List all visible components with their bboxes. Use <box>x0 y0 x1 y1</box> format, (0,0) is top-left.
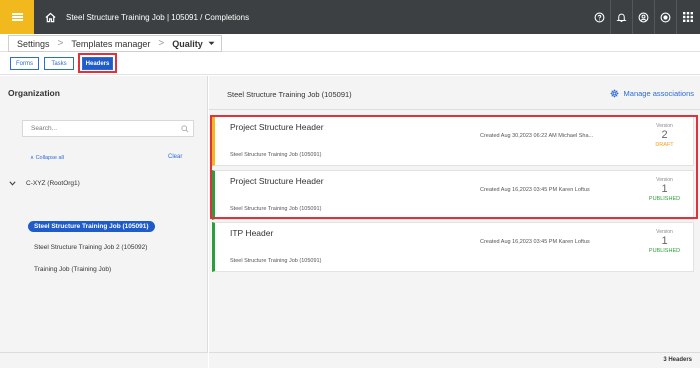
card-created-meta: Created Aug 16,2023 03:45 PM Karen Loftu… <box>480 239 590 245</box>
tree-root-label: C-XYZ (RootOrg1) <box>26 180 80 187</box>
manage-associations-button[interactable]: Manage associations <box>610 89 694 98</box>
top-icons <box>588 0 698 34</box>
caret-down-icon <box>208 41 215 45</box>
breadcrumb-quality-dropdown[interactable]: Quality <box>164 39 221 49</box>
tab-forms[interactable]: Forms <box>10 57 39 70</box>
menu-button[interactable] <box>0 0 34 34</box>
panel-title: Organization <box>8 88 60 98</box>
collapse-all-label: Collapse all <box>35 155 64 161</box>
gear-icon <box>610 89 619 98</box>
account-icon[interactable] <box>632 0 654 34</box>
toggle-icon[interactable] <box>654 0 676 34</box>
menu-icon <box>11 16 23 18</box>
manage-associations-label: Manage associations <box>623 89 694 98</box>
left-panel-footer <box>0 352 208 368</box>
bell-icon[interactable] <box>610 0 632 34</box>
status-badge: PUBLISHED <box>648 248 681 254</box>
header-card[interactable]: ITP Header Steel Structure Training Job … <box>212 222 694 272</box>
card-title: ITP Header <box>230 228 274 238</box>
tree-item[interactable]: Training Job (Training Job) <box>34 266 111 273</box>
help-icon[interactable] <box>588 0 610 34</box>
search-box <box>22 120 194 137</box>
card-subtitle: Steel Structure Training Job (105091) <box>230 258 322 264</box>
tree-root-node[interactable]: C-XYZ (RootOrg1) <box>9 180 80 187</box>
highlight-box-tab <box>78 53 117 73</box>
version-number: 1 <box>661 235 668 247</box>
clear-link[interactable]: Clear <box>168 154 182 160</box>
highlight-box-cards <box>210 115 698 219</box>
breadcrumb-bar: Settings > Templates manager > Quality <box>0 34 700 52</box>
headers-panel-title: Steel Structure Training Job (105091) <box>227 90 352 99</box>
breadcrumb-quality-label: Quality <box>172 38 203 49</box>
app-title: Steel Structure Training Job | 105091 / … <box>66 12 250 22</box>
search-input[interactable] <box>23 125 177 132</box>
top-bar: Steel Structure Training Job | 105091 / … <box>0 0 700 34</box>
collapse-up-icon: ∧ <box>30 155 35 161</box>
headers-panel-footer: 3 Headers <box>209 352 700 368</box>
breadcrumb: Settings > Templates manager > Quality <box>8 35 222 52</box>
chevron-down-icon <box>9 181 16 186</box>
tree-item[interactable]: Steel Structure Training Job 2 (105092) <box>34 244 147 251</box>
home-icon[interactable] <box>38 12 62 23</box>
version-block: Version 1 PUBLISHED <box>642 229 687 254</box>
breadcrumb-settings[interactable]: Settings <box>9 39 58 49</box>
tab-tasks[interactable]: Tasks <box>44 57 74 70</box>
headers-panel-header: Steel Structure Training Job (105091) Ma… <box>209 76 700 110</box>
headers-count: 3 Headers <box>663 357 692 363</box>
tree-item-selected[interactable]: Steel Structure Training Job (105091) <box>28 221 155 232</box>
breadcrumb-templates-manager[interactable]: Templates manager <box>63 39 158 49</box>
apps-grid-icon[interactable] <box>676 0 698 34</box>
organization-panel: Organization ∧ Collapse all Clear C-XYZ … <box>0 76 208 368</box>
search-icon[interactable] <box>177 124 193 133</box>
collapse-all-link[interactable]: ∧ Collapse all <box>30 155 64 161</box>
